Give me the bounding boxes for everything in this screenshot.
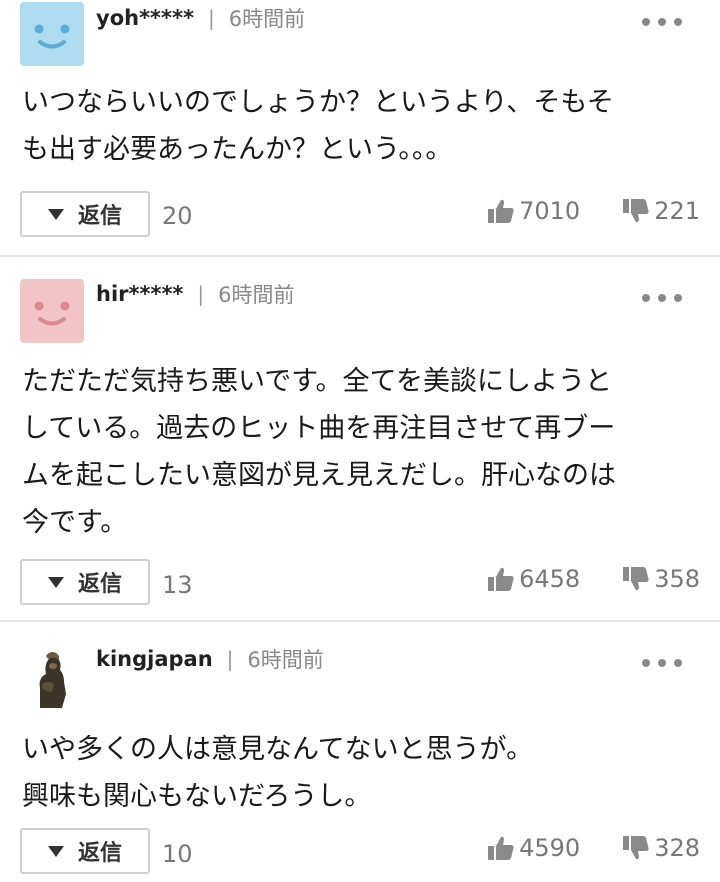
vote-bar: 6458 358	[487, 565, 700, 593]
triangle-down-icon	[47, 845, 64, 857]
comment-item: kingjapan | 6時間前 いや多くの人は意見なんてないと思うが。 興味も…	[0, 620, 720, 882]
thumbs-down-icon[interactable]	[622, 835, 650, 861]
thumbs-up-icon[interactable]	[487, 566, 515, 592]
comment-text: いつならいいのでしょうか？というより、そもそ も出す必要あったんか？という。。。	[22, 79, 692, 173]
reply-count: 10	[162, 840, 193, 868]
separator: |	[197, 282, 205, 306]
avatar[interactable]	[20, 279, 84, 343]
separator: |	[207, 6, 215, 30]
username[interactable]: yoh*****	[96, 6, 194, 30]
comment-line: 今です。	[22, 507, 128, 538]
like-count: 6458	[519, 565, 581, 593]
statue-photo-icon	[20, 644, 84, 708]
comment-text: ただただ気持ち悪いです。全てを美談にしようと している。過去のヒット曲を再注目さ…	[22, 358, 692, 546]
avatar[interactable]	[20, 2, 84, 66]
comment-line: 興味も関心もないだろうし。	[22, 781, 372, 812]
comment-line: も出す必要あったんか？という。。。	[22, 134, 453, 165]
reply-button[interactable]: 返信	[20, 828, 150, 874]
more-dots-icon[interactable]	[642, 12, 682, 32]
timestamp: 6時間前	[228, 7, 306, 31]
thumbs-up-icon[interactable]	[487, 198, 515, 224]
reply-button[interactable]: 返信	[20, 191, 150, 237]
reply-label: 返信	[77, 204, 122, 229]
comment-text: いや多くの人は意見なんてないと思うが。 興味も関心もないだろうし。	[22, 726, 692, 820]
separator: |	[226, 647, 234, 671]
comment-line: いや多くの人は意見なんてないと思うが。	[22, 734, 534, 765]
reply-count: 13	[162, 571, 193, 599]
triangle-down-icon	[47, 208, 64, 220]
dislike-count: 358	[654, 565, 700, 593]
comment-meta: yoh***** | 6時間前	[96, 3, 305, 33]
timestamp: 6時間前	[247, 648, 324, 672]
reply-button[interactable]: 返信	[20, 559, 150, 605]
comment-item: yoh***** | 6時間前 いつならいいのでしょうか？というより、そもそ も…	[0, 0, 720, 255]
comment-line: ただただ気持ち悪いです。全てを美談にしようと	[22, 366, 612, 397]
timestamp: 6時間前	[218, 283, 295, 307]
smiley-icon	[34, 24, 70, 49]
reply-count: 20	[162, 202, 193, 230]
comment-line: ムを起こしたい意図が見え見えだし。肝心なのは	[22, 460, 616, 491]
comment-item: hir***** | 6時間前 ただただ気持ち悪いです。全てを美談にしようと し…	[0, 255, 720, 620]
comment-line: している。過去のヒット曲を再注目させて再ブー	[22, 413, 616, 444]
thumbs-down-icon[interactable]	[622, 566, 650, 592]
reply-label: 返信	[77, 572, 122, 597]
comment-line: いつならいいのでしょうか？というより、そもそ	[22, 87, 614, 118]
thumbs-down-icon[interactable]	[622, 198, 650, 224]
smiley-icon	[34, 301, 70, 326]
vote-bar: 4590 328	[487, 834, 700, 862]
thumbs-up-icon[interactable]	[487, 835, 515, 861]
like-count: 4590	[519, 834, 581, 862]
avatar[interactable]	[20, 644, 84, 708]
vote-bar: 7010 221	[487, 197, 700, 225]
comment-meta: kingjapan | 6時間前	[96, 644, 324, 674]
username[interactable]: hir*****	[96, 282, 183, 306]
dislike-count: 221	[654, 197, 700, 225]
dislike-count: 328	[654, 834, 700, 862]
triangle-down-icon	[47, 576, 64, 588]
more-dots-icon[interactable]	[642, 653, 682, 673]
like-count: 7010	[519, 197, 581, 225]
comment-meta: hir***** | 6時間前	[96, 279, 295, 309]
reply-label: 返信	[77, 841, 122, 866]
username[interactable]: kingjapan	[96, 647, 213, 671]
more-dots-icon[interactable]	[642, 288, 682, 308]
